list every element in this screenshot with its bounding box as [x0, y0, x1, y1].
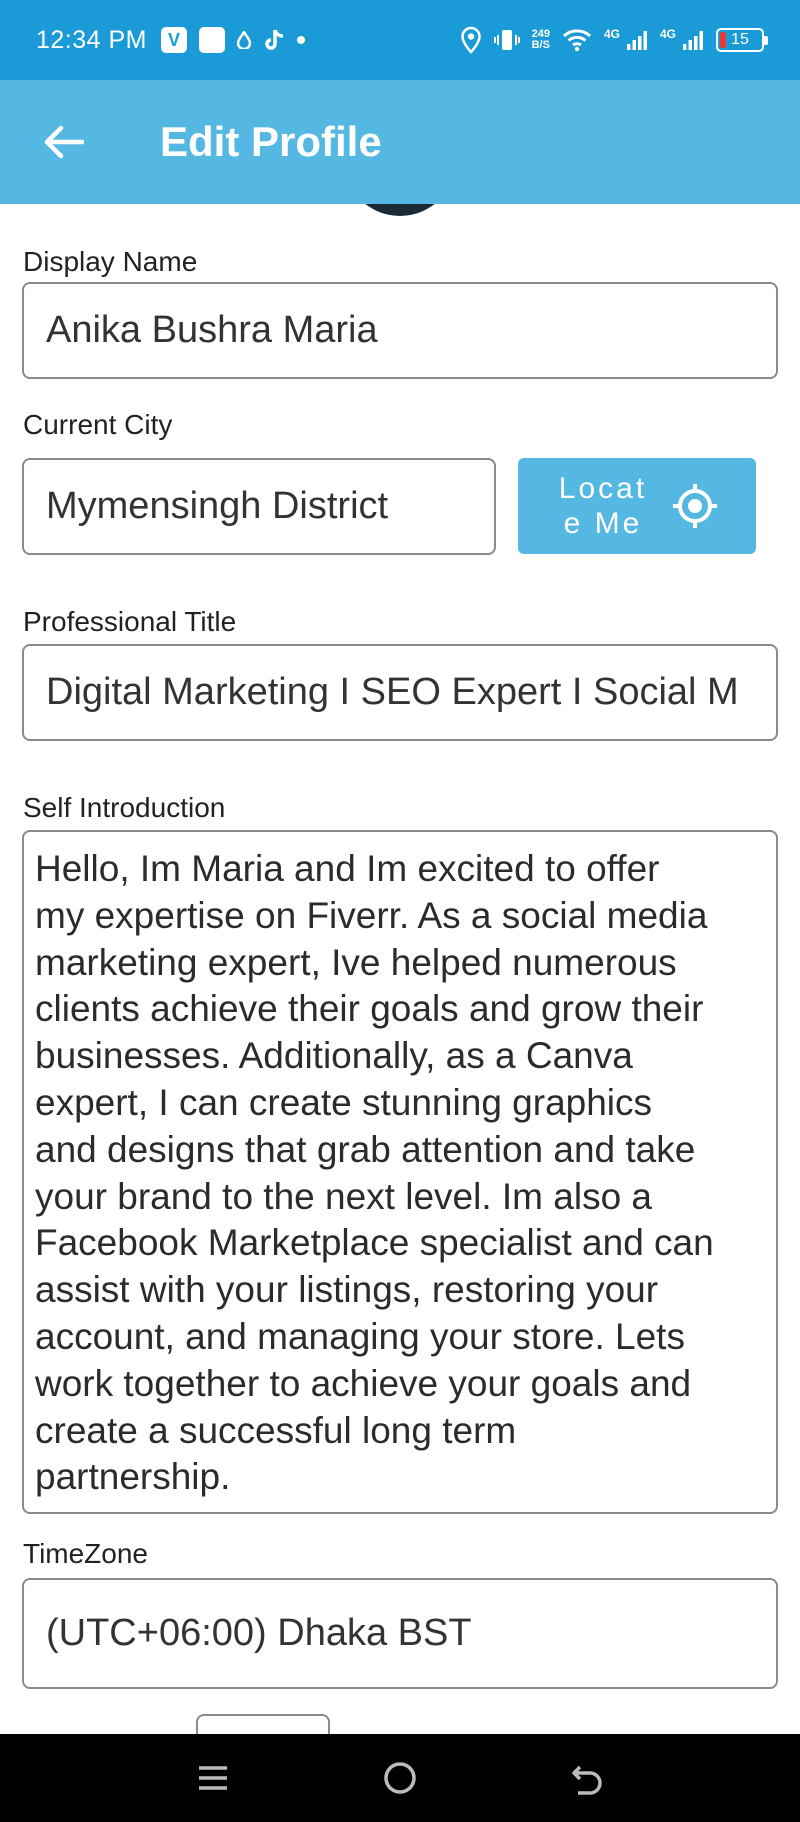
intro-line: expert, I can create stunning graphics: [35, 1081, 653, 1123]
professional-title-value: Digital Marketing I SEO Expert I Social …: [46, 671, 739, 713]
locate-me-button[interactable]: Locate Me: [518, 458, 756, 554]
net-speed: 249 B/S: [532, 29, 550, 51]
net-speed-unit: B/S: [531, 39, 550, 51]
self-introduction-field[interactable]: Hello, Im Maria and Im excited to offer …: [22, 830, 778, 1514]
edit-profile-form[interactable]: Display Name Anika Bushra Maria Current …: [0, 204, 800, 1734]
partially-visible-row: [0, 1708, 800, 1734]
network-type-1: 4G: [603, 27, 620, 41]
intro-line: Hello, Im Maria and Im excited to offer: [35, 848, 660, 889]
vibrate-icon: [493, 27, 520, 53]
self-introduction-label: Self Introduction: [23, 792, 226, 823]
signal-icon: [626, 29, 648, 51]
crosshair-icon: [673, 484, 717, 528]
home-button[interactable]: [370, 1748, 430, 1808]
intro-line: Facebook Marketplace specialist and can: [35, 1222, 714, 1264]
status-time: 12:34 PM: [36, 25, 148, 54]
recents-button[interactable]: [183, 1748, 243, 1808]
intro-line: assist with your listings, restoring you…: [35, 1269, 659, 1311]
system-icons: 249 B/S 4G 4G 15: [460, 26, 768, 54]
display-name-value: Anika Bushra Maria: [46, 309, 378, 351]
dot-icon: [297, 36, 306, 44]
wifi-icon: [562, 28, 592, 52]
intro-line: clients achieve their goals and grow the…: [35, 988, 704, 1030]
system-navigation-bar: [0, 1734, 800, 1822]
app-bar: Edit Profile: [0, 80, 800, 204]
locate-me-label: Locate Me: [558, 472, 648, 540]
menu-icon: [199, 1766, 228, 1790]
intro-line: marketing expert, Ive helped numerous: [35, 941, 677, 983]
battery-fill: [720, 32, 726, 48]
network-type-2: 4G: [659, 27, 676, 41]
display-name-label: Display Name: [23, 246, 198, 277]
display-name-field[interactable]: Anika Bushra Maria: [22, 282, 778, 379]
intro-line: my expertise on Fiverr. As a social medi…: [35, 894, 708, 936]
intro-line: create a successful long term: [35, 1409, 517, 1451]
partially-visible-input[interactable]: [196, 1714, 330, 1734]
current-city-value: Mymensingh District: [46, 485, 389, 527]
location-icon: [460, 26, 482, 54]
drop-icon: [237, 31, 252, 49]
home-icon: [384, 1762, 416, 1794]
page-title: Edit Profile: [160, 118, 382, 165]
signal-icon-2: [682, 29, 704, 51]
intro-line: and designs that grab attention and take: [35, 1128, 696, 1170]
current-city-label: Current City: [23, 409, 173, 440]
intro-line: work together to achieve your goals and: [35, 1362, 692, 1404]
avatar[interactable]: [344, 204, 456, 216]
professional-title-field[interactable]: Digital Marketing I SEO Expert I Social …: [22, 644, 778, 741]
timezone-value: (UTC+06:00) Dhaka BST: [46, 1612, 472, 1654]
professional-title-label: Professional Title: [23, 606, 237, 637]
current-city-field[interactable]: Mymensingh District: [22, 458, 496, 555]
intro-line: account, and managing your store. Lets: [35, 1315, 685, 1357]
arrow-left-icon: [44, 125, 84, 159]
status-bar: 12:34 PM V 249 B/S 4G 4G 15: [0, 0, 800, 80]
battery-level: 15: [731, 31, 749, 48]
tiktok-icon: [263, 28, 285, 52]
notification-icons: V: [161, 27, 306, 53]
back-icon: [571, 1765, 602, 1795]
v-app-icon: V: [161, 27, 188, 53]
timezone-field[interactable]: (UTC+06:00) Dhaka BST: [22, 1578, 778, 1689]
square-app-icon: [199, 27, 226, 53]
intro-line: businesses. Additionally, as a Canva: [35, 1035, 633, 1077]
intro-line: your brand to the next level. Im also a: [35, 1175, 653, 1217]
back-nav-button[interactable]: [557, 1748, 617, 1808]
battery-icon: 15: [716, 28, 768, 52]
timezone-label: TimeZone: [23, 1538, 149, 1569]
intro-line: partnership.: [35, 1456, 231, 1498]
back-button[interactable]: [34, 112, 94, 172]
